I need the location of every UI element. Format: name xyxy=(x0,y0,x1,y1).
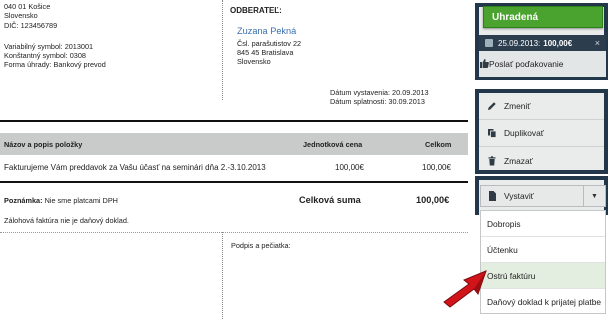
option-credit-note[interactable]: Dobropis xyxy=(481,211,605,237)
payment-record: 25.09.2013: 100,00€ × xyxy=(479,35,606,51)
thumbs-up-icon xyxy=(479,58,489,70)
row-description: Fakturujeme Vám preddavok za Vašu účasť … xyxy=(4,163,266,172)
total-value: 100,00€ xyxy=(416,195,450,205)
row-total: 100,00€ xyxy=(422,163,451,172)
close-icon[interactable]: × xyxy=(595,38,600,48)
paid-date: 25.09.2013: xyxy=(498,38,541,48)
note-text: Nie sme platcami DPH xyxy=(44,196,118,205)
send-thanks-label: Poslať poďakovanie xyxy=(489,59,564,69)
actions-box: Zmeniť Duplikovať Zmazať xyxy=(475,89,608,174)
option-receipt[interactable]: Účtenku xyxy=(481,237,605,263)
table-top-rule xyxy=(0,120,468,122)
duplicate-button[interactable]: Duplikovať xyxy=(479,120,604,147)
supplier-country: Slovensko xyxy=(4,11,38,20)
file-icon xyxy=(488,191,498,201)
signature-divider xyxy=(222,232,223,319)
row-unit-price: 100,00€ xyxy=(335,163,364,172)
signature-rule xyxy=(0,232,468,233)
edit-button[interactable]: Zmeniť xyxy=(479,93,604,120)
due-date: Dátum splatnosti: 30.09.2013 xyxy=(330,97,425,106)
duplicate-label: Duplikovať xyxy=(504,128,544,138)
header-item: Názov a popis položky xyxy=(4,140,83,149)
issue-options-menu: Dobropis Účtenku Ostrú faktúru Daňový do… xyxy=(480,210,606,314)
invoice-document: 040 01 Košice Slovensko DIČ: 123456789 V… xyxy=(0,0,470,319)
issue-date: Dátum vystavenia: 20.09.2013 xyxy=(330,88,429,97)
issue-dropdown-button[interactable]: Vystaviť ▼ xyxy=(480,185,606,207)
header-total: Celkom xyxy=(425,140,452,149)
column-divider xyxy=(222,0,223,100)
pointer-arrow-icon xyxy=(443,270,487,308)
table-bottom-rule xyxy=(0,181,468,183)
supplier-address: 040 01 Košice xyxy=(4,2,51,11)
status-badge: Uhradená xyxy=(483,6,603,28)
customer-city: 845 45 Bratislava xyxy=(237,48,294,57)
customer-name[interactable]: Zuzana Pekná xyxy=(237,26,296,36)
send-thanks-button[interactable]: Poslať poďakovanie xyxy=(479,51,606,77)
edit-label: Zmeniť xyxy=(504,101,531,111)
supplier-dic: DIČ: 123456789 xyxy=(4,21,58,30)
trash-icon xyxy=(487,155,497,166)
paid-amount: 100,00€ xyxy=(543,38,573,48)
option-tax-document[interactable]: Daňový doklad k prijatej platbe xyxy=(481,289,605,315)
customer-country: Slovensko xyxy=(237,57,271,66)
note-label: Poznámka: xyxy=(4,196,43,205)
payment-method: Forma úhrady: Bankový prevod xyxy=(4,60,106,69)
pencil-icon xyxy=(487,101,497,111)
calendar-icon xyxy=(485,39,493,47)
customer-heading: ODBERATEĽ: xyxy=(230,6,282,15)
advance-note: Zálohová faktúra nie je daňový doklad. xyxy=(4,216,129,225)
delete-button[interactable]: Zmazať xyxy=(479,147,604,174)
note-line: Poznámka: Nie sme platcami DPH xyxy=(4,197,118,204)
delete-label: Zmazať xyxy=(504,155,533,166)
constant-symbol: Konštantný symbol: 0308 xyxy=(4,51,86,60)
variable-symbol: Variabilný symbol: 2013001 xyxy=(4,42,94,51)
option-final-invoice[interactable]: Ostrú faktúru xyxy=(481,263,605,289)
total-label: Celková suma xyxy=(299,195,361,205)
signature-label: Podpis a pečiatka: xyxy=(231,241,291,250)
copy-icon xyxy=(487,128,497,138)
table-header: Názov a popis položky Jednotková cena Ce… xyxy=(0,133,468,155)
chevron-down-icon[interactable]: ▼ xyxy=(583,186,605,206)
header-unit-price: Jednotková cena xyxy=(303,140,363,149)
customer-street: Čsl. parašutistov 22 xyxy=(237,39,302,48)
issue-label: Vystaviť xyxy=(504,191,534,201)
